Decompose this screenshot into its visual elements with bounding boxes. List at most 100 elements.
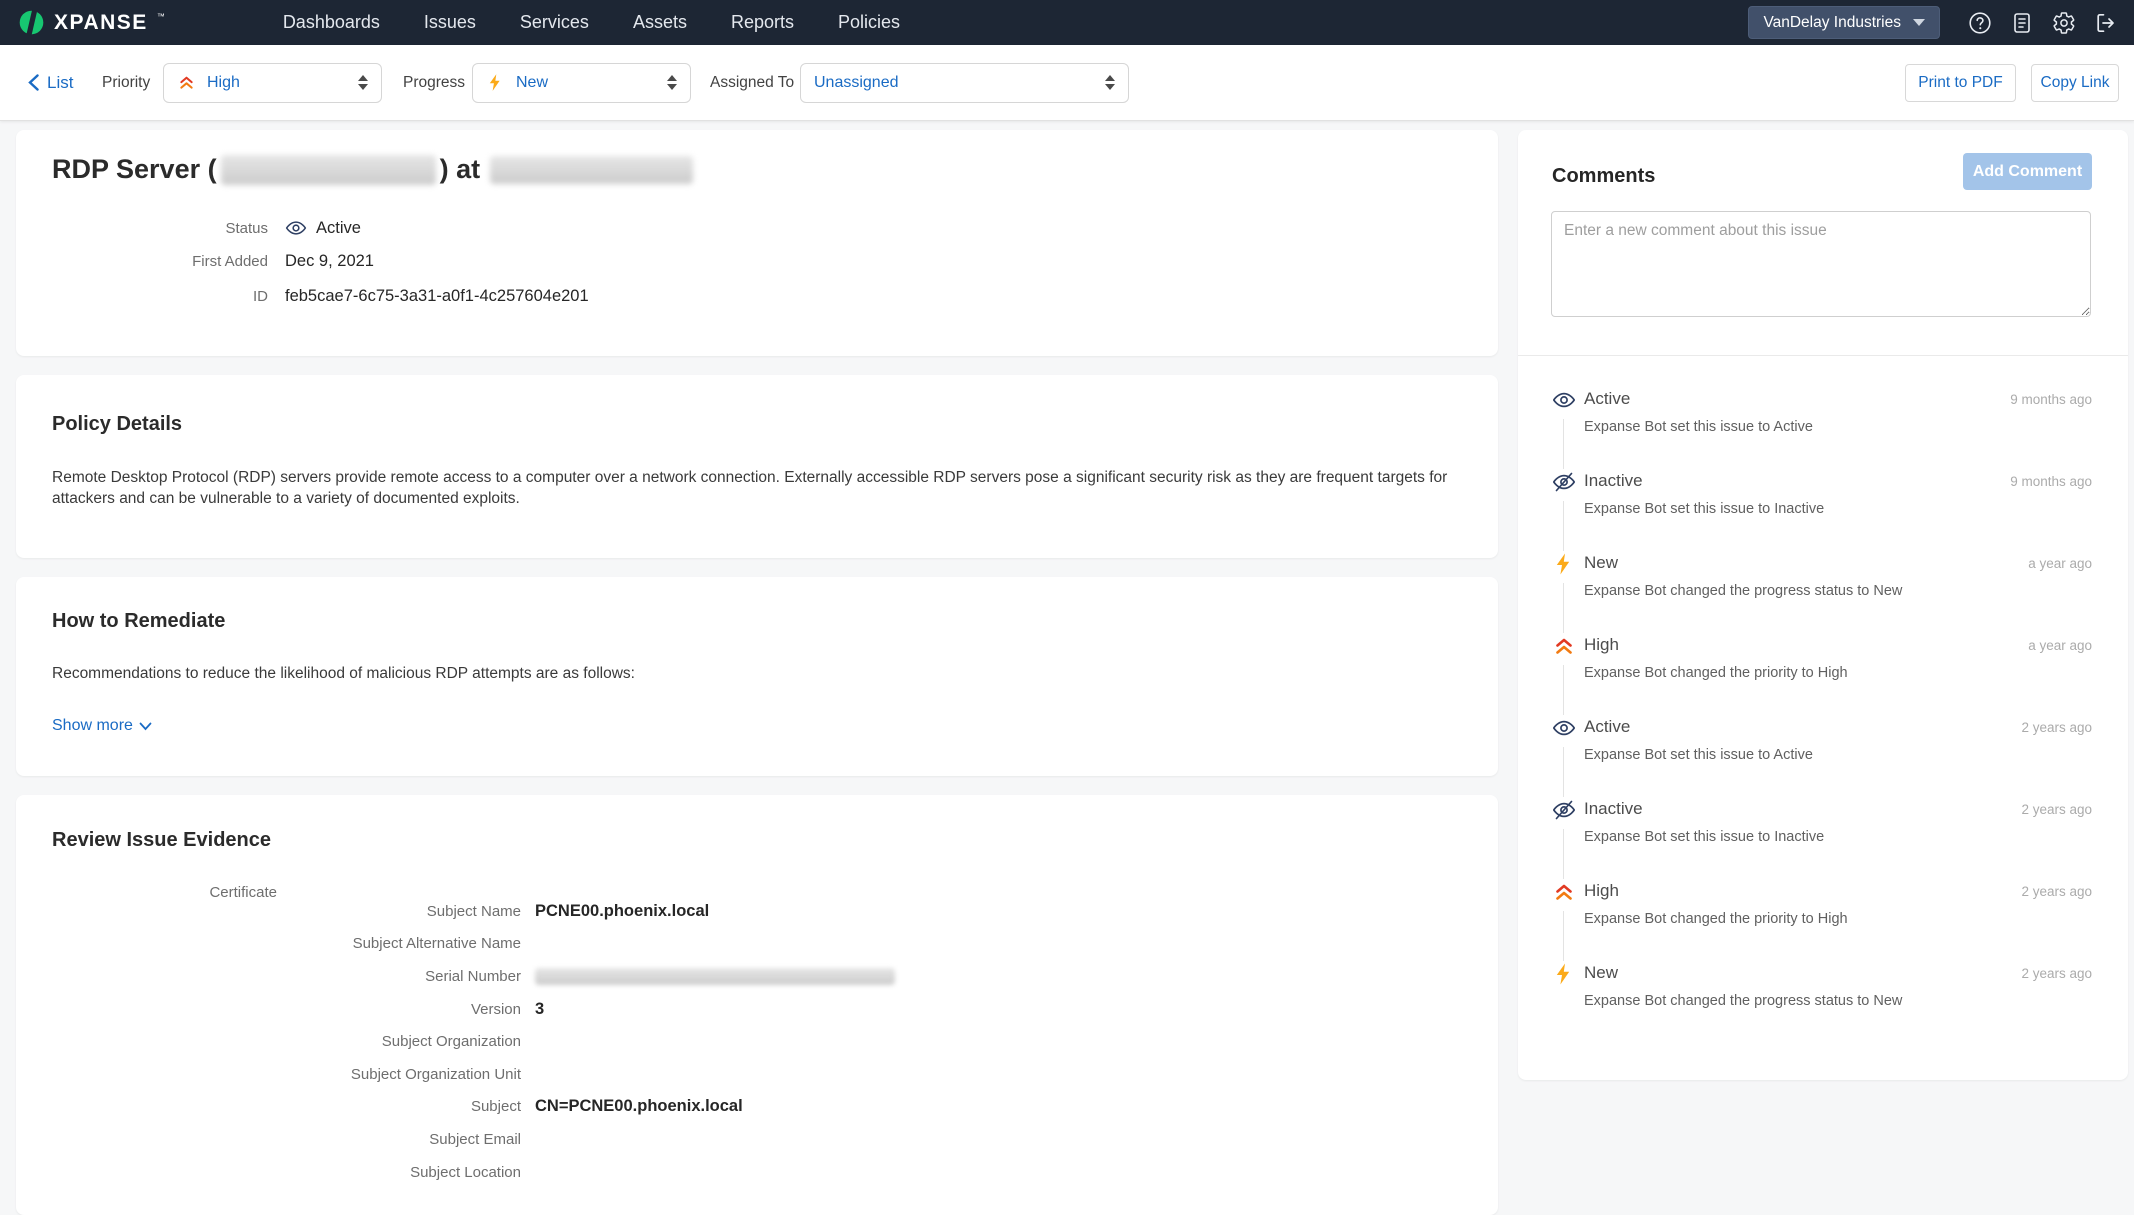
how-to-remediate-heading: How to Remediate — [52, 610, 225, 633]
timeline-item-timestamp: 2 years ago — [2021, 884, 2092, 899]
evidence-rows: Subject Name PCNE00.phoenix.local Subjec… — [52, 895, 1462, 1188]
priority-select[interactable]: High — [163, 63, 382, 103]
evidence-row-value: 3 — [535, 1000, 544, 1019]
timeline-item-timestamp: 9 months ago — [2010, 474, 2092, 489]
timeline-item-description: Expanse Bot changed the progress status … — [1584, 583, 2092, 599]
select-stepper-icon — [1105, 75, 1115, 90]
timeline-item: New Expanse Bot changed the progress sta… — [1552, 951, 2092, 1033]
priority-label: Priority — [102, 74, 150, 92]
org-name: VanDelay Industries — [1763, 14, 1901, 32]
timeline-item-title: Active — [1584, 705, 2092, 737]
activity-timeline: Active Expanse Bot set this issue to Act… — [1552, 377, 2092, 1033]
timeline-item-timestamp: 9 months ago — [2010, 392, 2092, 407]
timeline-item-description: Expanse Bot set this issue to Inactive — [1584, 829, 2092, 845]
bolt-icon — [1552, 962, 1576, 986]
eye-off-icon — [1552, 470, 1576, 494]
bolt-icon — [486, 73, 505, 92]
eye-off-icon — [1552, 798, 1576, 822]
back-to-list-link[interactable]: List — [27, 73, 73, 93]
review-issue-evidence-heading: Review Issue Evidence — [52, 829, 271, 852]
evidence-row: Subject Email — [52, 1123, 1462, 1156]
timeline-item-description: Expanse Bot changed the priority to High — [1584, 911, 2092, 927]
status-label: Status — [52, 220, 268, 237]
sign-out-icon[interactable] — [2094, 11, 2118, 35]
assigned-to-select[interactable]: Unassigned — [800, 63, 1129, 103]
timeline-item-title: New — [1584, 951, 2092, 983]
issue-toolbar: List Priority High Progress New Assigned… — [0, 45, 2134, 121]
document-icon[interactable] — [2010, 11, 2034, 35]
priority-high-icon — [1552, 880, 1576, 904]
add-comment-button[interactable]: Add Comment — [1963, 153, 2092, 190]
gear-icon[interactable] — [2052, 11, 2076, 35]
evidence-row: Subject Alternative Name — [52, 928, 1462, 961]
timeline-item-timestamp: 2 years ago — [2021, 720, 2092, 735]
print-to-pdf-button[interactable]: Print to PDF — [1905, 64, 2016, 102]
progress-value: New — [516, 74, 548, 92]
how-to-remediate-card: How to Remediate Recommendations to redu… — [16, 577, 1498, 776]
evidence-row-label: Subject — [52, 1098, 521, 1115]
eye-icon — [1552, 716, 1576, 740]
timeline-item: New Expanse Bot changed the progress sta… — [1552, 541, 2092, 623]
evidence-value-text: PCNE00.phoenix.local — [535, 902, 709, 921]
evidence-row-label: Subject Email — [52, 1131, 521, 1148]
evidence-row-label: Subject Organization Unit — [52, 1066, 521, 1083]
timeline-item-title: New — [1584, 541, 2092, 573]
evidence-row: Subject Name PCNE00.phoenix.local — [52, 895, 1462, 928]
show-more-label: Show more — [52, 717, 133, 735]
evidence-row-label: Subject Location — [52, 1164, 521, 1181]
timeline-item: Active Expanse Bot set this issue to Act… — [1552, 705, 2092, 787]
redacted-text — [490, 156, 693, 184]
evidence-row-label: Subject Alternative Name — [52, 935, 521, 952]
issue-id-row: ID feb5cae7-6c75-3a31-a0f1-4c257604e201 — [52, 287, 589, 306]
timeline-item-timestamp: 2 years ago — [2021, 966, 2092, 981]
xpanse-logo-icon — [18, 9, 45, 36]
comments-divider — [1518, 355, 2128, 356]
priority-value: High — [207, 74, 240, 92]
status-value: Active — [316, 219, 361, 238]
primary-nav: Dashboards Issues Services Assets Reports Pol… — [283, 12, 900, 33]
nav-item[interactable]: Reports — [731, 12, 794, 33]
evidence-row-label: Version — [52, 1001, 521, 1018]
timeline-item: Inactive Expanse Bot set this issue to I… — [1552, 787, 2092, 869]
nav-item[interactable]: Dashboards — [283, 12, 380, 33]
evidence-row-value: CN=PCNE00.phoenix.local — [535, 1097, 743, 1116]
evidence-row-label: Serial Number — [52, 968, 521, 985]
issue-id-label: ID — [52, 288, 268, 305]
issue-header-card: RDP Server ( ) at Status Active First Ad… — [16, 130, 1498, 356]
timeline-item-title: High — [1584, 623, 2092, 655]
nav-item[interactable]: Services — [520, 12, 589, 33]
evidence-row-label: Subject Name — [52, 903, 521, 920]
chevron-down-icon — [139, 722, 152, 731]
eye-icon — [1552, 388, 1576, 412]
help-circle-icon[interactable] — [1968, 11, 1992, 35]
progress-select[interactable]: New — [472, 63, 691, 103]
nav-item[interactable]: Policies — [838, 12, 900, 33]
timeline-item: High Expanse Bot changed the priority to… — [1552, 869, 2092, 951]
nav-item[interactable]: Assets — [633, 12, 687, 33]
nav-item[interactable]: Issues — [424, 12, 476, 33]
timeline-item-title: Inactive — [1584, 787, 2092, 819]
org-selector-button[interactable]: VanDelay Industries — [1748, 6, 1940, 39]
evidence-row-value — [535, 968, 895, 985]
copy-link-button[interactable]: Copy Link — [2031, 64, 2119, 102]
xpanse-brand: XPANSE ™ — [18, 9, 165, 36]
redacted-text — [535, 968, 895, 985]
chevron-down-icon — [1913, 19, 1925, 26]
timeline-item-description: Expanse Bot set this issue to Active — [1584, 747, 2092, 763]
first-added-label: First Added — [52, 253, 268, 270]
timeline-item: Inactive Expanse Bot set this issue to I… — [1552, 459, 2092, 541]
comments-heading: Comments — [1552, 165, 1655, 188]
issue-id-value: feb5cae7-6c75-3a31-a0f1-4c257604e201 — [285, 287, 589, 306]
timeline-item-description: Expanse Bot changed the priority to High — [1584, 665, 2092, 681]
evidence-row-label: Subject Organization — [52, 1033, 521, 1050]
review-issue-evidence-card: Review Issue Evidence Certificate Subjec… — [16, 795, 1498, 1215]
show-more-link[interactable]: Show more — [52, 717, 152, 735]
evidence-value-text: CN=PCNE00.phoenix.local — [535, 1097, 743, 1116]
comment-input[interactable] — [1551, 211, 2091, 317]
priority-high-icon — [177, 73, 196, 92]
policy-details-card: Policy Details Remote Desktop Protocol (… — [16, 375, 1498, 558]
eye-icon — [285, 217, 307, 239]
status-row: Status Active — [52, 217, 361, 239]
redacted-text — [221, 155, 436, 185]
assigned-to-value: Unassigned — [814, 74, 899, 92]
